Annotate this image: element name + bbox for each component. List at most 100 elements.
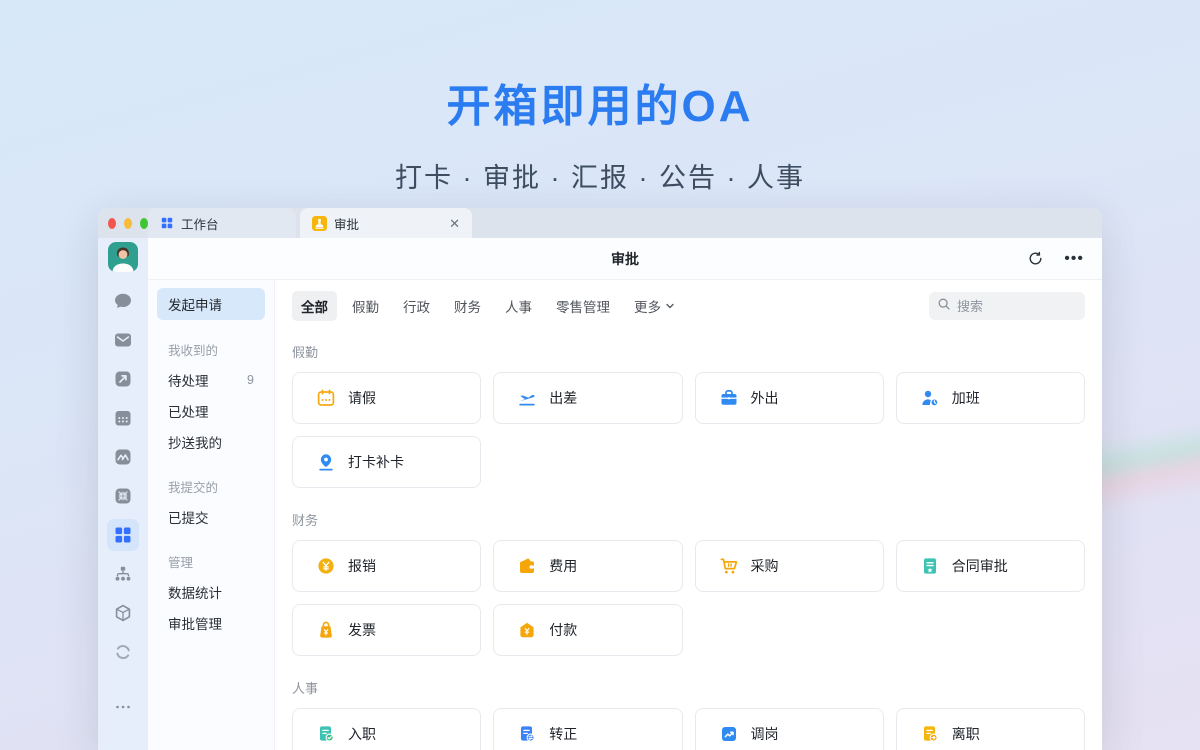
app-window: 工作台 审批 ✕ 审批 ••• — [98, 208, 1102, 750]
trip-plane-icon — [517, 388, 537, 408]
filter-tab[interactable]: 假勤 — [343, 291, 388, 321]
menu-item[interactable]: 审批管理 — [157, 607, 265, 638]
hero: 开箱即用的OA 打卡 · 审批 · 汇报 · 公告 · 人事 — [0, 70, 1200, 195]
traffic-lights — [98, 208, 148, 238]
approval-card-label: 发票 — [348, 620, 376, 640]
approval-card-label: 调岗 — [751, 724, 779, 744]
approval-section: 人事入职 转正 调岗 离职 — [292, 678, 1085, 750]
approval-card[interactable]: 入职 — [292, 708, 481, 750]
menu-item[interactable]: 抄送我的 — [157, 426, 265, 457]
approval-card[interactable]: 离职 — [896, 708, 1085, 750]
user-avatar[interactable] — [108, 242, 138, 272]
filter-more-dropdown[interactable]: 更多 — [625, 291, 684, 321]
approval-card[interactable]: 合同审批 — [896, 540, 1085, 592]
rail-sync-loop-icon[interactable] — [107, 636, 139, 668]
approval-card-label: 离职 — [952, 724, 980, 744]
rail-share-arrow-icon[interactable] — [107, 363, 139, 395]
filter-tab[interactable]: 财务 — [445, 291, 490, 321]
approval-menu-panel: 发起申请 我收到的待处理9已处理抄送我的我提交的已提交管理数据统计审批管理 — [148, 280, 275, 750]
menu-item-label: 抄送我的 — [168, 432, 222, 452]
menu-item[interactable]: 数据统计 — [157, 576, 265, 607]
approval-card[interactable]: 请假 — [292, 372, 481, 424]
refresh-icon[interactable] — [1027, 250, 1044, 267]
approval-card-label: 采购 — [751, 556, 779, 576]
approval-section: 假勤请假出差外出加班打卡补卡 — [292, 342, 1085, 488]
approval-section: 财务报销 费用 采购 合同审批发票 付款 — [292, 510, 1085, 656]
approval-card-label: 外出 — [751, 388, 779, 408]
maximize-window-button[interactable] — [140, 218, 148, 229]
rail-workbench-grid-icon[interactable] — [107, 519, 139, 551]
approval-content: 全部假勤行政财务人事零售管理更多 假勤请假出差外出加班打卡补卡财务报销费用采购合… — [275, 280, 1102, 750]
rail-more-dots-icon[interactable] — [107, 691, 139, 723]
approval-card[interactable]: 打卡补卡 — [292, 436, 481, 488]
menu-group-header: 我提交的 — [168, 477, 265, 496]
rail-calendar-icon[interactable] — [107, 402, 139, 434]
start-request-button[interactable]: 发起申请 — [157, 288, 265, 320]
tab-workbench-label: 工作台 — [181, 214, 219, 233]
filter-tab[interactable]: 行政 — [394, 291, 439, 321]
pending-count-badge: 9 — [247, 373, 254, 387]
menu-item-label: 已提交 — [168, 507, 209, 527]
approval-card-label: 入职 — [348, 724, 376, 744]
rail-meeting-icon[interactable] — [107, 480, 139, 512]
filter-tab[interactable]: 零售管理 — [547, 291, 619, 321]
more-dots-icon[interactable]: ••• — [1064, 251, 1084, 267]
rail-minutes-icon[interactable] — [107, 441, 139, 473]
approval-card-label: 出差 — [549, 388, 577, 408]
rail-chat-icon[interactable] — [107, 285, 139, 317]
hero-subtitle: 打卡 · 审批 · 汇报 · 公告 · 人事 — [0, 156, 1200, 195]
rail-mail-icon[interactable] — [107, 324, 139, 356]
search-box[interactable] — [929, 292, 1085, 320]
filter-more-label: 更多 — [634, 296, 661, 316]
payment-bag-icon — [517, 620, 537, 640]
location-pin-icon — [316, 452, 336, 472]
approval-card[interactable]: 发票 — [292, 604, 481, 656]
tab-approval[interactable]: 审批 ✕ — [300, 208, 472, 238]
menu-item[interactable]: 已提交 — [157, 501, 265, 532]
approval-card[interactable]: 加班 — [896, 372, 1085, 424]
approval-card-label: 付款 — [549, 620, 577, 640]
search-input[interactable] — [957, 299, 1077, 314]
approval-card-label: 合同审批 — [952, 556, 1008, 576]
app-header: 审批 ••• — [148, 238, 1102, 280]
close-window-button[interactable] — [108, 218, 116, 229]
approval-card[interactable]: 采购 — [695, 540, 884, 592]
approval-card-label: 打卡补卡 — [348, 452, 404, 472]
tab-approval-label: 审批 — [334, 214, 359, 233]
menu-group-header: 我收到的 — [168, 340, 265, 359]
menu-item[interactable]: 已处理 — [157, 395, 265, 426]
approval-card-label: 费用 — [549, 556, 577, 576]
approval-card[interactable]: 报销 — [292, 540, 481, 592]
purchase-cart-icon — [719, 556, 739, 576]
search-icon — [937, 297, 951, 316]
rail-apps-cube-icon[interactable] — [107, 597, 139, 629]
menu-item-label: 待处理 — [168, 370, 209, 390]
app-rail-sidebar — [98, 238, 148, 750]
menu-item-label: 数据统计 — [168, 582, 222, 602]
approval-card[interactable]: 调岗 — [695, 708, 884, 750]
approval-card-label: 转正 — [549, 724, 577, 744]
tab-workbench[interactable]: 工作台 — [148, 208, 296, 238]
section-title: 财务 — [292, 510, 1085, 529]
approval-card[interactable]: 费用 — [493, 540, 682, 592]
onboarding-doc-icon — [316, 724, 336, 744]
section-title: 人事 — [292, 678, 1085, 697]
filter-tab[interactable]: 人事 — [496, 291, 541, 321]
out-briefcase-icon — [719, 388, 739, 408]
approval-card[interactable]: 付款 — [493, 604, 682, 656]
expense-wallet-icon — [517, 556, 537, 576]
filter-tab[interactable]: 全部 — [292, 291, 337, 321]
filter-toolbar: 全部假勤行政财务人事零售管理更多 — [292, 292, 1085, 320]
approval-card[interactable]: 外出 — [695, 372, 884, 424]
approval-card[interactable]: 出差 — [493, 372, 682, 424]
menu-item-label: 审批管理 — [168, 613, 222, 633]
close-icon[interactable]: ✕ — [449, 217, 460, 230]
approval-card[interactable]: 转正 — [493, 708, 682, 750]
rail-org-contacts-icon[interactable] — [107, 558, 139, 590]
overtime-person-clock-icon — [920, 388, 940, 408]
menu-item-label: 已处理 — [168, 401, 209, 421]
resignation-doc-icon — [920, 724, 940, 744]
menu-item[interactable]: 待处理 9 — [157, 364, 265, 395]
window-tab-bar: 工作台 审批 ✕ — [98, 208, 1102, 238]
minimize-window-button[interactable] — [124, 218, 132, 229]
